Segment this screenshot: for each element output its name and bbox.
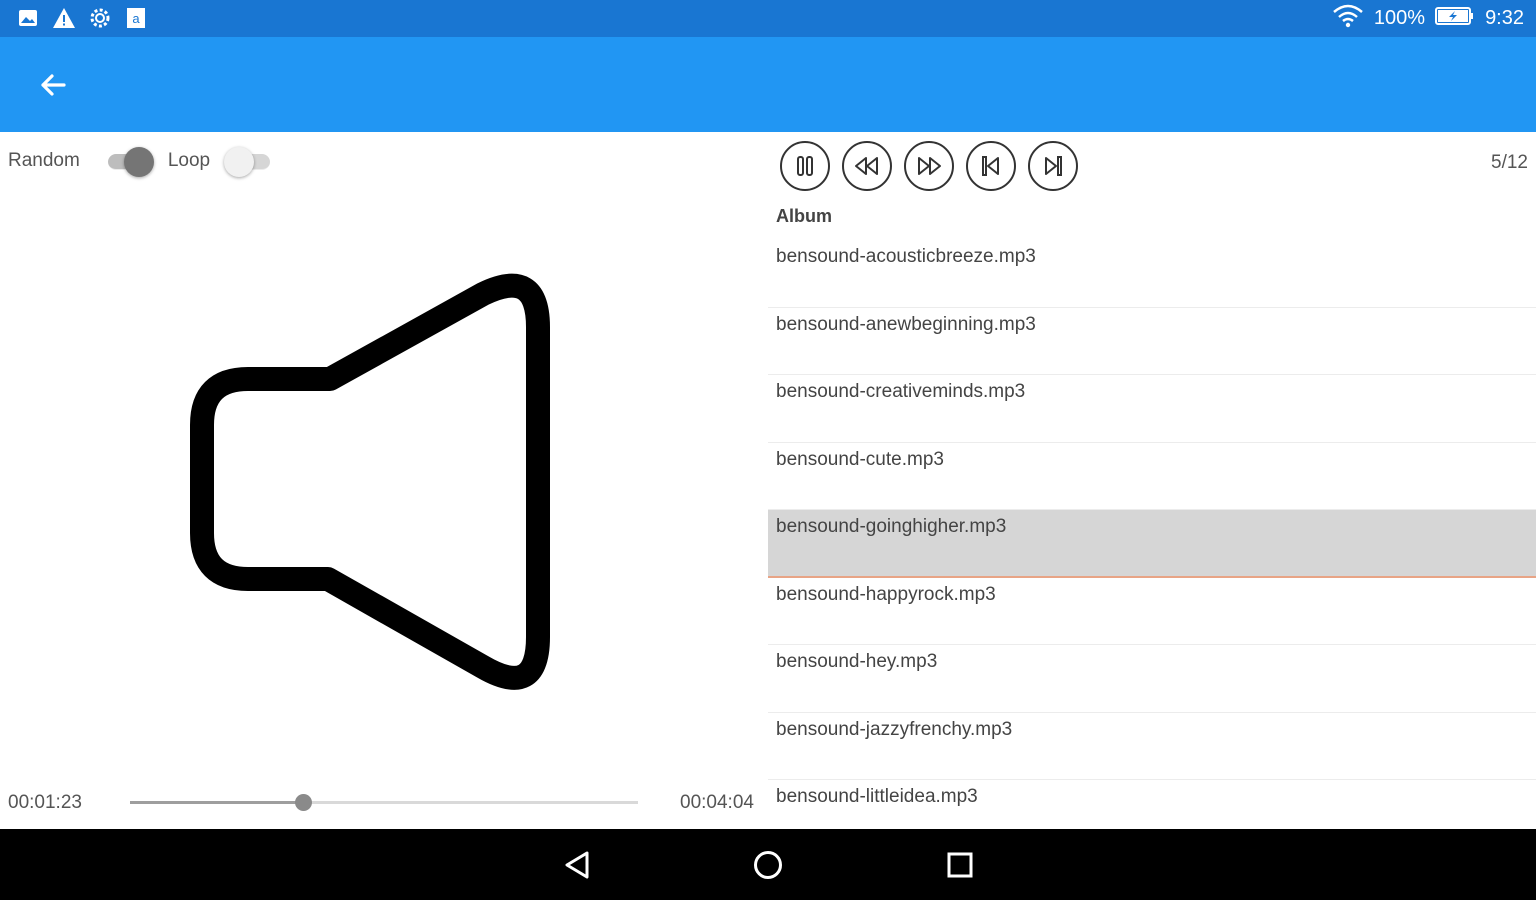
nav-home-button[interactable] xyxy=(748,847,788,883)
rewind-icon xyxy=(855,157,878,175)
track-title: bensound-hey.mp3 xyxy=(776,651,938,672)
random-switch[interactable] xyxy=(106,146,154,177)
navigation-bar xyxy=(0,829,1536,900)
pause-icon xyxy=(797,156,813,176)
switch-thumb xyxy=(123,147,154,177)
track-item[interactable]: bensound-cute.mp3 xyxy=(768,443,1536,510)
rewind-button[interactable] xyxy=(842,141,892,191)
settings-gear-icon xyxy=(88,6,112,30)
fast-forward-icon xyxy=(918,157,941,175)
progress-row: 00:01:23 00:04:04 xyxy=(0,787,768,817)
track-title: bensound-cute.mp3 xyxy=(776,448,944,470)
track-title: bensound-littleidea.mp3 xyxy=(776,786,978,807)
skip-previous-button[interactable] xyxy=(966,141,1016,191)
playback-controls xyxy=(780,141,1078,191)
track-counter: 5/12 xyxy=(1491,152,1528,173)
nav-back-icon xyxy=(565,851,589,879)
switch-thumb xyxy=(224,147,255,177)
svg-text:a: a xyxy=(132,11,140,26)
track-item[interactable]: bensound-littleidea.mp3 xyxy=(768,780,1536,830)
system-indicators: 100% 9:32 xyxy=(1332,0,1524,37)
speaker-icon xyxy=(180,267,560,697)
track-title: bensound-goinghigher.mp3 xyxy=(776,516,1007,537)
image-icon xyxy=(16,6,40,30)
track-list: bensound-acousticbreeze.mp3 bensound-ane… xyxy=(768,240,1536,830)
battery-percent: 100% xyxy=(1373,7,1426,29)
playlist-panel: 5/12 Album bensound-acousticbreeze.mp3 b… xyxy=(768,132,1536,829)
loop-label: Loop xyxy=(167,150,211,171)
total-time: 00:04:04 xyxy=(680,792,754,813)
arrow-back-icon xyxy=(41,74,66,96)
battery-charging-icon xyxy=(1435,6,1475,32)
store-bag-icon: a xyxy=(124,6,148,30)
playback-options: Random Loop xyxy=(8,146,286,177)
wifi-icon xyxy=(1332,4,1364,34)
now-playing-panel: Random Loop 00:01:23 00:04:04 xyxy=(0,132,768,829)
fast-forward-button[interactable] xyxy=(904,141,954,191)
warning-icon xyxy=(52,6,76,30)
track-title: bensound-happyrock.mp3 xyxy=(776,583,996,605)
skip-next-icon xyxy=(1045,156,1062,176)
skip-next-button[interactable] xyxy=(1028,141,1078,191)
track-item[interactable]: bensound-jazzyfrenchy.mp3 xyxy=(768,713,1536,780)
track-item[interactable]: bensound-acousticbreeze.mp3 xyxy=(768,240,1536,308)
track-title: bensound-anewbeginning.mp3 xyxy=(776,313,1036,335)
track-item[interactable]: bensound-anewbeginning.mp3 xyxy=(768,308,1536,375)
track-item[interactable]: bensound-hey.mp3 xyxy=(768,645,1536,713)
nav-home-icon xyxy=(754,851,782,879)
loop-switch[interactable] xyxy=(224,146,272,177)
skip-previous-icon xyxy=(982,156,999,176)
random-label: Random xyxy=(8,150,80,171)
pause-button[interactable] xyxy=(780,141,830,191)
seek-handle[interactable] xyxy=(294,794,312,811)
track-item-selected[interactable]: bensound-goinghigher.mp3 xyxy=(768,510,1536,578)
current-time: 00:01:23 xyxy=(8,792,82,813)
seek-fill xyxy=(130,801,303,804)
track-item[interactable]: bensound-happyrock.mp3 xyxy=(768,578,1536,645)
track-title: bensound-creativeminds.mp3 xyxy=(776,381,1026,402)
nav-recents-icon xyxy=(947,852,973,878)
app-bar xyxy=(0,37,1536,132)
clock: 9:32 xyxy=(1485,7,1524,29)
track-title: bensound-acousticbreeze.mp3 xyxy=(776,246,1036,267)
status-bar: a 100% 9:32 xyxy=(0,0,1536,37)
album-header: Album xyxy=(776,206,832,226)
nav-recents-button[interactable] xyxy=(940,847,980,883)
track-title: bensound-jazzyfrenchy.mp3 xyxy=(776,718,1013,740)
notification-icons: a xyxy=(16,6,148,30)
back-button[interactable] xyxy=(30,65,76,105)
track-item[interactable]: bensound-creativeminds.mp3 xyxy=(768,375,1536,443)
seek-bar[interactable] xyxy=(130,791,638,813)
nav-back-button[interactable] xyxy=(557,847,597,883)
